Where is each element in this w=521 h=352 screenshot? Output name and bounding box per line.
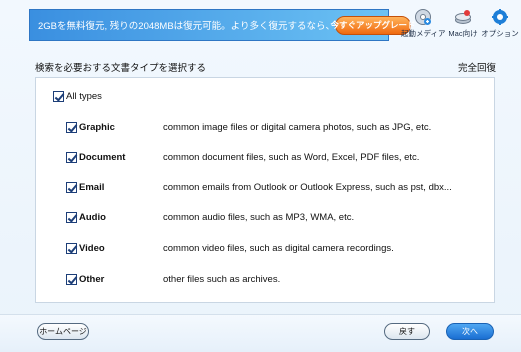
- graphic-checkbox[interactable]: [66, 121, 77, 133]
- file-type-row-graphic[interactable]: Graphic common image files or digital ca…: [66, 120, 431, 134]
- recovery-mode-label: 完全回復: [458, 63, 497, 74]
- home-page-button[interactable]: ホームページ: [37, 323, 89, 340]
- options-label: オプション: [481, 29, 519, 38]
- app-window: 2GBを無料復元, 残りの2048MBは復元可能。より多く復元するなら、 今すぐ…: [0, 0, 521, 352]
- mac-disk-icon: [455, 10, 471, 24]
- banner-text: 2GBを無料復元, 残りの2048MBは復元可能。より多く復元するなら、: [38, 21, 335, 32]
- file-type-description: common audio files, such as MP3, WMA, et…: [163, 211, 355, 223]
- file-type-row-other[interactable]: Other other files such as archives.: [66, 272, 280, 286]
- file-type-name: Email: [79, 181, 105, 193]
- boot-media-label: 起動メディア: [401, 29, 446, 38]
- file-type-name: Other: [79, 273, 105, 285]
- file-types-panel: All types Graphic common image files or …: [35, 77, 495, 303]
- email-checkbox[interactable]: [66, 181, 77, 193]
- file-type-name: Document: [79, 151, 126, 163]
- document-checkbox[interactable]: [66, 151, 77, 163]
- file-type-row-document[interactable]: Document common document files, such as …: [66, 150, 419, 164]
- file-type-name: Graphic: [79, 121, 115, 133]
- options-tool[interactable]: オプション: [478, 8, 521, 39]
- next-button[interactable]: 次へ: [446, 323, 494, 340]
- other-checkbox[interactable]: [66, 273, 77, 285]
- file-type-name: Video: [79, 242, 105, 254]
- upgrade-button[interactable]: 今すぐアップグレード: [330, 15, 416, 35]
- all-types-checkbox-row[interactable]: All types: [53, 89, 102, 103]
- file-type-name: Audio: [79, 211, 106, 223]
- boot-media-icon: [415, 9, 431, 25]
- all-types-checkbox[interactable]: [53, 90, 64, 102]
- file-type-description: other files such as archives.: [163, 273, 281, 285]
- all-types-label: All types: [66, 90, 102, 102]
- video-checkbox[interactable]: [66, 242, 77, 254]
- mac-label: Mac向け: [448, 29, 478, 38]
- file-type-row-video[interactable]: Video common video files, such as digita…: [66, 241, 394, 255]
- back-button[interactable]: 戻す: [384, 323, 430, 340]
- boot-media-tool[interactable]: 起動メディア: [401, 8, 445, 39]
- file-type-description: common image files or digital camera pho…: [163, 121, 432, 133]
- file-type-description: common emails from Outlook or Outlook Ex…: [163, 181, 452, 193]
- file-type-description: common video files, such as digital came…: [163, 242, 394, 254]
- file-type-row-email[interactable]: Email common emails from Outlook or Outl…: [66, 180, 452, 194]
- audio-checkbox[interactable]: [66, 211, 77, 223]
- upgrade-banner: 2GBを無料復元, 残りの2048MBは復元可能。より多く復元するなら、 今すぐ…: [29, 9, 416, 41]
- file-type-row-audio[interactable]: Audio common audio files, such as MP3, W…: [66, 210, 354, 224]
- gear-icon: [492, 9, 508, 25]
- file-type-description: common document files, such as Word, Exc…: [163, 151, 420, 163]
- select-file-types-label: 検索を必要おする文書タイプを選択する: [35, 63, 207, 74]
